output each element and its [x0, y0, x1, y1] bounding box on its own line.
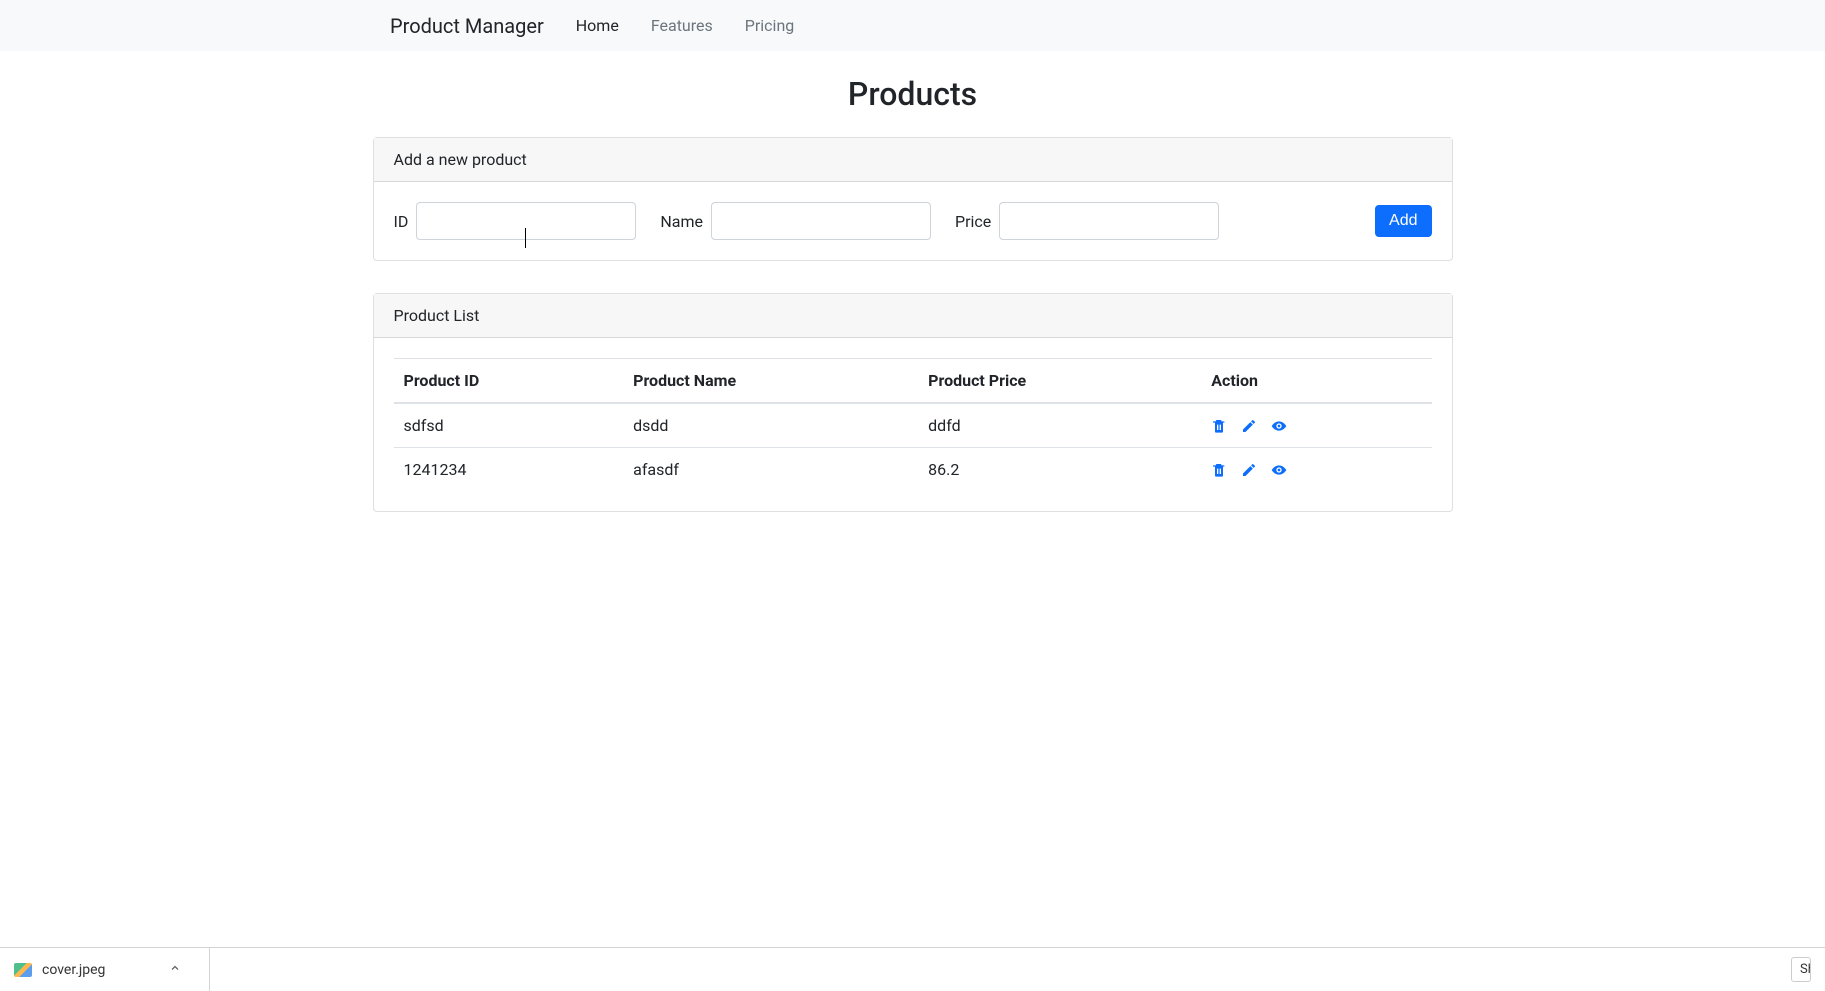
col-price: Product Price: [918, 359, 1201, 404]
price-label: Price: [955, 212, 991, 231]
cell-name: afasdf: [623, 448, 918, 492]
nav-link-pricing[interactable]: Pricing: [729, 8, 811, 43]
view-icon[interactable]: [1271, 418, 1287, 434]
price-input[interactable]: [999, 202, 1219, 240]
cell-id: 1241234: [394, 448, 624, 492]
col-name: Product Name: [623, 359, 918, 404]
edit-icon[interactable]: [1241, 462, 1257, 478]
cell-action: [1201, 448, 1431, 492]
nav-link-home[interactable]: Home: [560, 8, 635, 43]
name-input[interactable]: [711, 202, 931, 240]
product-list-card: Product List Product ID Product Name Pro…: [373, 293, 1453, 512]
id-group: ID: [394, 202, 637, 240]
download-filename: cover.jpeg: [42, 962, 105, 978]
price-group: Price: [955, 202, 1219, 240]
downloads-bar: cover.jpeg Sh: [0, 947, 1825, 991]
main-container: Products Add a new product ID Name Price…: [358, 75, 1468, 512]
delete-icon[interactable]: [1211, 462, 1227, 478]
table-row: sdfsddsddddfd: [394, 403, 1432, 448]
id-input[interactable]: [416, 202, 636, 240]
show-all-button[interactable]: Sh: [1791, 957, 1811, 982]
table-row: 1241234afasdf86.2: [394, 448, 1432, 492]
download-item[interactable]: cover.jpeg: [14, 948, 210, 991]
add-product-header: Add a new product: [374, 138, 1452, 182]
col-action: Action: [1201, 359, 1431, 404]
cell-price: 86.2: [918, 448, 1201, 492]
nav-link-features[interactable]: Features: [635, 8, 729, 43]
col-id: Product ID: [394, 359, 624, 404]
cell-id: sdfsd: [394, 403, 624, 448]
view-icon[interactable]: [1271, 462, 1287, 478]
edit-icon[interactable]: [1241, 418, 1257, 434]
product-list-header: Product List: [374, 294, 1452, 338]
cell-price: ddfd: [918, 403, 1201, 448]
page-title: Products: [373, 75, 1453, 113]
delete-icon[interactable]: [1211, 418, 1227, 434]
cell-action: [1201, 403, 1431, 448]
table-header-row: Product ID Product Name Product Price Ac…: [394, 359, 1432, 404]
id-label: ID: [394, 212, 409, 231]
add-product-body: ID Name Price Add: [374, 182, 1452, 260]
navbar-brand[interactable]: Product Manager: [390, 9, 544, 43]
top-navbar: Product Manager Home Features Pricing: [0, 0, 1825, 51]
cell-name: dsdd: [623, 403, 918, 448]
add-button[interactable]: Add: [1375, 205, 1431, 237]
chevron-up-icon[interactable]: [169, 962, 181, 978]
action-icons: [1211, 462, 1421, 478]
navbar-inner: Product Manager Home Features Pricing: [390, 8, 1530, 43]
product-table: Product ID Product Name Product Price Ac…: [394, 358, 1432, 491]
add-product-form-row: ID Name Price Add: [394, 202, 1432, 240]
product-list-body: Product ID Product Name Product Price Ac…: [374, 338, 1452, 511]
image-file-icon: [14, 963, 32, 977]
name-label: Name: [660, 212, 703, 231]
add-product-card: Add a new product ID Name Price Add: [373, 137, 1453, 261]
name-group: Name: [660, 202, 931, 240]
action-icons: [1211, 418, 1421, 434]
